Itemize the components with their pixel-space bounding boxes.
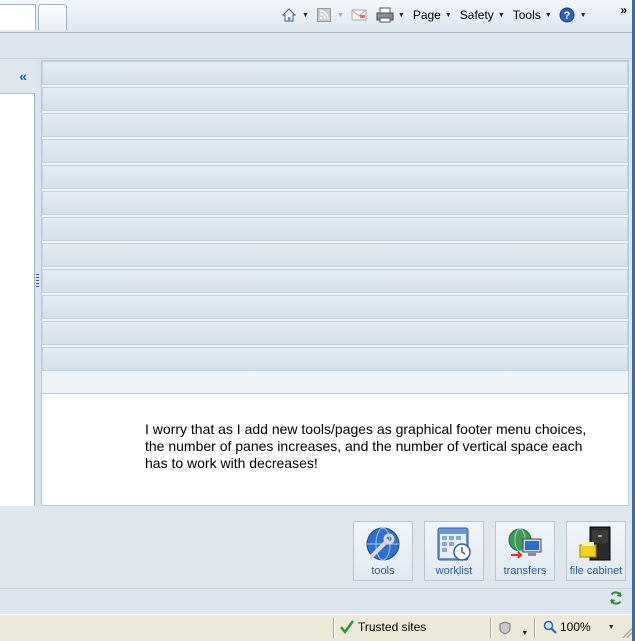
security-zone[interactable]: Trusted sites	[340, 620, 426, 634]
feeds-dropdown-arrow[interactable]: ▼	[337, 12, 344, 19]
lock-shield-icon	[499, 621, 511, 635]
accordion-pane-header[interactable]	[42, 61, 628, 85]
footer-menu: tools worklist transfers file cabinet	[353, 521, 626, 581]
browser-tab-active[interactable]	[0, 4, 36, 30]
message-text: I worry that as I add new tools/pages as…	[145, 421, 587, 471]
help-dropdown-arrow[interactable]: ▼	[580, 12, 587, 19]
new-tab-button[interactable]	[38, 4, 67, 30]
splitter-grip-icon[interactable]	[36, 274, 39, 288]
protected-mode[interactable]: ▼	[498, 621, 534, 638]
accordion-pane-header[interactable]	[42, 243, 628, 267]
footer-tile-transfers[interactable]: transfers	[495, 521, 555, 581]
print-icon[interactable]	[376, 7, 394, 23]
collapse-pane-icon[interactable]: «	[19, 68, 27, 84]
file-cabinet-icon	[579, 526, 611, 561]
home-icon[interactable]	[280, 7, 298, 23]
accordion-pane-header[interactable]	[42, 347, 628, 371]
footer-tile-tools[interactable]: tools	[353, 521, 413, 581]
status-divider	[333, 618, 334, 638]
safety-dropdown-arrow[interactable]: ▼	[498, 12, 505, 19]
zoom-control[interactable]: 100% ▼	[543, 620, 621, 634]
status-divider	[534, 618, 535, 638]
footer-tile-label: file cabinet	[569, 565, 623, 577]
wrench-globe-icon	[366, 527, 400, 561]
left-pane-body	[0, 94, 35, 506]
command-items: ▼ ▼ ▼ Page ▼ Safety ▼ Tools ▼ ? ▼	[280, 5, 593, 25]
left-pane: «	[0, 60, 35, 506]
feeds-icon[interactable]	[315, 7, 333, 23]
accordion-pane-header[interactable]	[42, 269, 628, 293]
network-computers-icon	[508, 528, 542, 559]
app-footer	[0, 588, 632, 612]
page-menu[interactable]: Page	[413, 8, 441, 22]
right-pane: I worry that as I add new tools/pages as…	[41, 60, 629, 506]
status-divider	[490, 618, 491, 638]
app-toolbar	[0, 33, 632, 59]
footer-tile-label: worklist	[435, 565, 473, 577]
security-zone-label: Trusted sites	[358, 620, 427, 634]
protected-mode-dropdown-arrow[interactable]: ▼	[521, 630, 528, 637]
accordion-pane-header[interactable]	[42, 87, 628, 111]
page-dropdown-arrow[interactable]: ▼	[445, 12, 452, 19]
safety-menu[interactable]: Safety	[460, 8, 494, 22]
zoom-magnifier-icon	[543, 620, 557, 634]
check-icon	[340, 620, 354, 634]
footer-tile-label: tools	[371, 565, 395, 577]
svg-text:?: ?	[563, 10, 570, 22]
accordion-pane-header[interactable]	[42, 139, 628, 163]
accordion-bars	[42, 61, 628, 373]
footer-tile-file-cabinet[interactable]: file cabinet	[566, 521, 626, 581]
zoom-level: 100%	[560, 620, 591, 634]
accordion-pane-header[interactable]	[42, 165, 628, 189]
resize-grip-icon[interactable]	[622, 628, 632, 638]
status-bar: Trusted sites ▼ 100% ▼	[0, 614, 635, 641]
print-dropdown-arrow[interactable]: ▼	[398, 12, 405, 19]
footer-tile-label: transfers	[503, 565, 547, 577]
command-bar: ▼ ▼ ▼ Page ▼ Safety ▼ Tools ▼ ? ▼ »	[0, 0, 635, 33]
tools-dropdown-arrow[interactable]: ▼	[545, 12, 552, 19]
accordion-pane-header[interactable]	[42, 113, 628, 137]
accordion-pane-header[interactable]	[42, 295, 628, 319]
refresh-icon[interactable]	[608, 590, 626, 608]
zoom-dropdown-arrow[interactable]: ▼	[608, 624, 615, 631]
tools-menu[interactable]: Tools	[513, 8, 541, 22]
accordion-pane-header[interactable]	[42, 191, 628, 215]
mail-icon[interactable]	[350, 7, 368, 23]
help-icon[interactable]: ?	[558, 7, 576, 23]
footer-tile-worklist[interactable]: worklist	[424, 521, 484, 581]
accordion-pane-header[interactable]	[42, 217, 628, 241]
pane-content: I worry that as I add new tools/pages as…	[42, 393, 628, 505]
home-dropdown-arrow[interactable]: ▼	[302, 12, 309, 19]
toolbar-overflow-chevron[interactable]: »	[620, 3, 627, 17]
accordion-pane-header[interactable]	[42, 321, 628, 345]
calendar-icon	[437, 527, 471, 561]
left-pane-header: «	[0, 60, 35, 94]
